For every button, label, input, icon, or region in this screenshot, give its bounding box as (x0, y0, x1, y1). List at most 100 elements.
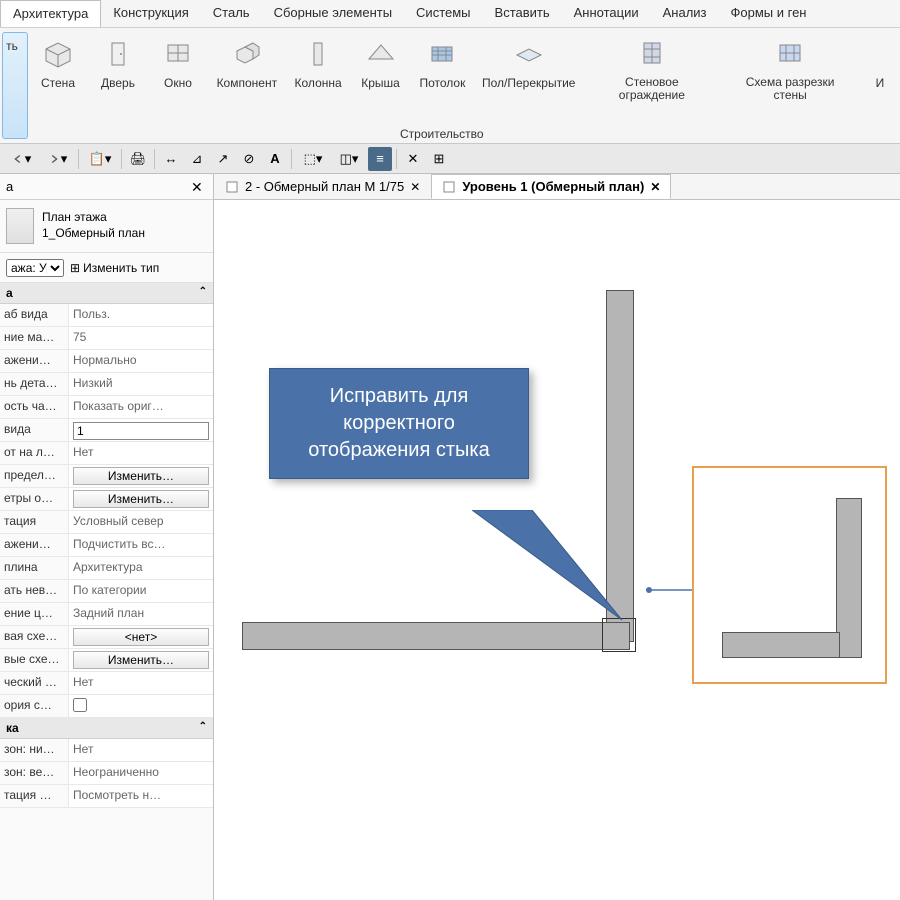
property-row: нь дета…Низкий (0, 373, 213, 396)
property-input[interactable] (73, 422, 209, 440)
qat-measure-button[interactable]: ↔ (159, 147, 183, 171)
qat-separator (396, 149, 397, 169)
menu-analyze[interactable]: Анализ (651, 0, 719, 27)
property-row: ажени…Подчистить вс… (0, 534, 213, 557)
property-value[interactable]: Нормально (68, 350, 213, 372)
qat-switch-window-button[interactable]: ⊞ (427, 147, 451, 171)
qat-separator (291, 149, 292, 169)
qat-align-button[interactable]: ⊿ (185, 147, 209, 171)
qat-clipboard-button[interactable]: 📋▾ (83, 147, 117, 171)
property-label: аб вида (0, 304, 68, 326)
floorplan-icon (6, 208, 34, 244)
ribbon: ть Стена Дверь Окно Компонент Колонна (0, 28, 900, 144)
property-value[interactable]: Подчистить вс… (68, 534, 213, 556)
property-edit-button[interactable]: Изменить… (73, 490, 209, 508)
property-value[interactable]: Нет (68, 739, 213, 761)
tab-plan-2[interactable]: 2 - Обмерный план М 1/75 ✕ (214, 174, 431, 199)
qat-thinlines-button[interactable]: ≡ (368, 147, 392, 171)
property-value[interactable]: Посмотреть н… (68, 785, 213, 807)
property-edit-button[interactable]: Изменить… (73, 467, 209, 485)
ribbon-wall-button[interactable]: Стена (28, 28, 88, 143)
property-value[interactable]: По категории (68, 580, 213, 602)
property-label: вые схе… (0, 649, 68, 671)
menu-insert[interactable]: Вставить (483, 0, 562, 27)
qat-text-button[interactable]: A (263, 147, 287, 171)
inset-wall-horizontal (722, 632, 840, 658)
qat-redo-button[interactable]: ▾ (40, 147, 74, 171)
property-value[interactable]: Неограниченно (68, 762, 213, 784)
qat-line-button[interactable]: ↗ (211, 147, 235, 171)
ribbon-more-button[interactable]: И (860, 28, 900, 143)
sheet-icon (225, 180, 239, 194)
property-value[interactable] (68, 419, 213, 441)
property-value[interactable]: Архитектура (68, 557, 213, 579)
ribbon-window-button[interactable]: Окно (148, 28, 208, 143)
properties-section-graphics[interactable]: а⌃ (0, 283, 213, 304)
ribbon-ceiling-label: Потолок (419, 76, 465, 90)
property-value[interactable]: Условный север (68, 511, 213, 533)
menu-construction[interactable]: Конструкция (101, 0, 200, 27)
property-row: вые схе… Изменить… (0, 649, 213, 672)
property-edit-button[interactable]: <нет> (73, 628, 209, 646)
menu-precast[interactable]: Сборные элементы (262, 0, 404, 27)
menu-systems[interactable]: Системы (404, 0, 482, 27)
menu-annotate[interactable]: Аннотации (562, 0, 651, 27)
qat-3dview-button[interactable]: ⬚▾ (296, 147, 330, 171)
qat-print-button[interactable]: 🖨 (126, 147, 150, 171)
properties-section-extents[interactable]: ка⌃ (0, 718, 213, 739)
property-label: ать нев… (0, 580, 68, 602)
properties-close-button[interactable]: ✕ (191, 179, 207, 195)
qat-tag-button[interactable]: ⊘ (237, 147, 261, 171)
edit-type-button[interactable]: ⊞ Изменить тип (70, 261, 159, 275)
tab-close-button[interactable]: ✕ (410, 180, 420, 194)
ribbon-component-label: Компонент (217, 76, 278, 90)
property-value[interactable]: Польз. (68, 304, 213, 326)
drawing-canvas[interactable]: Исправить для корректного отображения ст… (214, 200, 900, 900)
property-label: тация (0, 511, 68, 533)
property-label: зон: ве… (0, 762, 68, 784)
properties-header: а ✕ (0, 174, 213, 200)
menu-massing[interactable]: Формы и ген (719, 0, 819, 27)
floor-icon (510, 34, 548, 72)
tab-level-1[interactable]: Уровень 1 (Обмерный план) ✕ (431, 174, 671, 199)
property-value[interactable]: Нет (68, 442, 213, 464)
property-row: ение ц…Задний план (0, 603, 213, 626)
property-row: ние ма…75 (0, 327, 213, 350)
ribbon-roof-button[interactable]: Крыша (351, 28, 411, 143)
ribbon-ceiling-button[interactable]: Потолок (411, 28, 475, 143)
quick-access-toolbar: ▾ ▾ 📋▾ 🖨 ↔ ⊿ ↗ ⊘ A ⬚▾ ◫▾ ≡ ✕ ⊞ (0, 144, 900, 174)
property-edit-button[interactable]: Изменить… (73, 651, 209, 669)
ribbon-modify-button[interactable]: ть (2, 32, 28, 139)
properties-filter-select[interactable]: ажа: Урс (6, 259, 64, 277)
menu-steel[interactable]: Сталь (201, 0, 262, 27)
ribbon-door-button[interactable]: Дверь (88, 28, 148, 143)
property-row: ость ча…Показать ориг… (0, 396, 213, 419)
ribbon-curtaingrid-button[interactable]: Схема разрезки стены (720, 28, 859, 143)
property-row: ажени…Нормально (0, 350, 213, 373)
qat-sectionbox-button[interactable]: ◫▾ (332, 147, 366, 171)
property-label: вая схе… (0, 626, 68, 648)
tab-close-button[interactable]: ✕ (650, 180, 660, 194)
qat-separator (121, 149, 122, 169)
property-value[interactable]: Низкий (68, 373, 213, 395)
property-value[interactable]: Показать ориг… (68, 396, 213, 418)
property-value[interactable]: Задний план (68, 603, 213, 625)
ribbon-door-label: Дверь (101, 76, 135, 90)
ribbon-modify-label: ть (6, 39, 18, 53)
component-icon (228, 34, 266, 72)
qat-separator (78, 149, 79, 169)
property-label: плина (0, 557, 68, 579)
properties-type-text: План этажа 1_Обмерный план (42, 210, 145, 241)
ribbon-column-button[interactable]: Колонна (286, 28, 351, 143)
menu-architecture[interactable]: Архитектура (0, 0, 101, 27)
property-value: Изменить… (68, 649, 213, 671)
ribbon-component-button[interactable]: Компонент (208, 28, 286, 143)
property-value[interactable]: Нет (68, 672, 213, 694)
properties-type-selector[interactable]: План этажа 1_Обмерный план (0, 200, 213, 253)
qat-close-hidden-button[interactable]: ✕ (401, 147, 425, 171)
ribbon-curtainwall-button[interactable]: Стеновое ограждение (583, 28, 720, 143)
property-checkbox[interactable] (73, 698, 87, 712)
ribbon-floor-button[interactable]: Пол/Перекрытие (474, 28, 583, 143)
qat-undo-button[interactable]: ▾ (4, 147, 38, 171)
property-value[interactable]: 75 (68, 327, 213, 349)
